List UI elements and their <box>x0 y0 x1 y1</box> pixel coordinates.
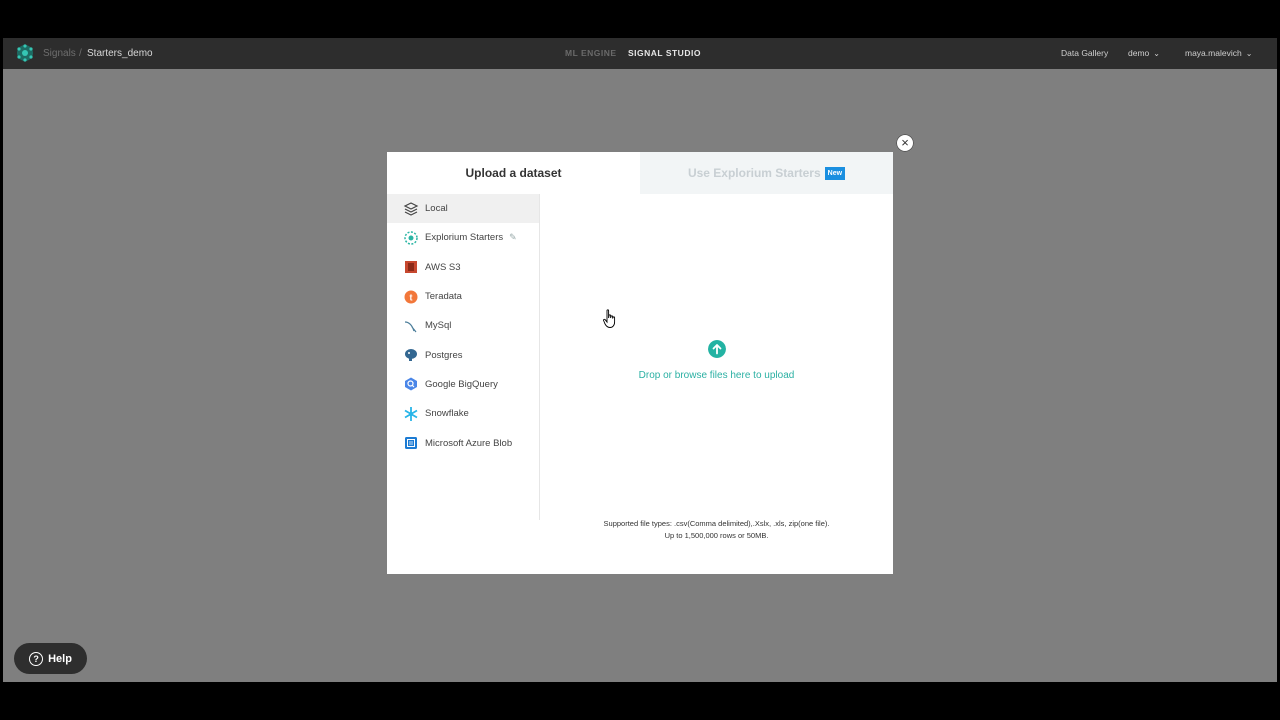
upload-prompt[interactable]: Drop or browse files here to upload <box>540 370 893 381</box>
source-label: Local <box>425 203 448 215</box>
azure-icon <box>405 437 417 450</box>
breadcrumb-separator: / <box>79 48 82 59</box>
tab-explorium-starters[interactable]: Use Explorium Starters New <box>640 152 893 194</box>
app-window: Signals / Starters_demo ML ENGINE SIGNAL… <box>3 38 1277 682</box>
pin-icon: ✎ <box>509 232 517 243</box>
bigquery-icon <box>405 377 417 391</box>
source-item-postgres[interactable]: Postgres <box>387 340 539 369</box>
source-item-aws-s3[interactable]: AWS S3 <box>387 253 539 282</box>
mysql-icon <box>404 321 417 333</box>
user-menu[interactable]: maya.malevich ⌄ <box>1185 48 1252 58</box>
source-item-snowflake[interactable]: Snowflake <box>387 399 539 428</box>
source-item-mysql[interactable]: MySql <box>387 311 539 340</box>
source-label: Microsoft Azure Blob <box>425 437 513 449</box>
upload-dropzone[interactable]: Drop or browse files here to upload <box>540 194 893 520</box>
source-label: Postgres <box>425 349 463 361</box>
help-question-icon: ? <box>29 651 44 666</box>
new-badge: New <box>824 167 846 181</box>
workspace-label: demo <box>1128 48 1150 58</box>
upload-limits-text: Up to 1,500,000 rows or 50MB. <box>664 531 769 540</box>
source-label: Snowflake <box>425 408 469 420</box>
hand-cursor-icon <box>603 309 616 328</box>
help-label: Help <box>48 652 72 665</box>
top-bar: Signals / Starters_demo ML ENGINE SIGNAL… <box>3 38 1277 69</box>
teradata-icon: t <box>404 290 418 304</box>
workspace-dropdown[interactable]: demo ⌄ <box>1128 48 1160 58</box>
nav-signal-studio[interactable]: SIGNAL STUDIO <box>628 48 701 58</box>
close-modal-button[interactable]: × <box>896 134 914 152</box>
snowflake-icon <box>404 406 418 421</box>
source-item-google-bigquery[interactable]: Google BigQuery <box>387 370 539 399</box>
signals-logo-icon[interactable] <box>15 43 35 63</box>
svg-text:t: t <box>410 292 413 302</box>
breadcrumb-root[interactable]: Signals <box>43 48 76 59</box>
source-label: Teradata <box>425 291 462 303</box>
source-item-local[interactable]: Local <box>387 194 539 224</box>
source-label: AWS S3 <box>425 261 461 273</box>
breadcrumb-current: Starters_demo <box>87 48 153 59</box>
source-label: Explorium Starters <box>425 232 504 244</box>
tab-upload-dataset[interactable]: Upload a dataset <box>387 152 640 194</box>
data-gallery-link[interactable]: Data Gallery <box>1061 48 1108 58</box>
source-list: Local Explorium Starters ✎ AWS S3 t Tera… <box>387 194 540 520</box>
source-label: Google BigQuery <box>425 378 498 390</box>
upload-arrow-icon[interactable] <box>708 340 726 358</box>
supported-types-note: Supported file types: .csv(Comma delimit… <box>540 518 893 542</box>
postgres-icon <box>405 349 417 362</box>
tab-starters-label: Use Explorium Starters <box>687 166 821 180</box>
source-item-explorium-starters[interactable]: Explorium Starters ✎ <box>387 223 539 252</box>
aws-s3-icon <box>405 261 417 274</box>
chevron-down-icon: ⌄ <box>1245 49 1253 58</box>
layers-icon <box>403 201 419 216</box>
nav-ml-engine[interactable]: ML ENGINE <box>565 48 617 58</box>
explorium-icon <box>404 231 418 245</box>
chevron-down-icon: ⌄ <box>1153 49 1160 58</box>
source-item-azure-blob[interactable]: Microsoft Azure Blob <box>387 428 539 457</box>
user-name: maya.malevich <box>1185 48 1242 58</box>
supported-types-text: Supported file types: .csv(Comma delimit… <box>603 519 830 528</box>
upload-modal: Upload a dataset Use Explorium Starters N… <box>387 152 893 574</box>
source-label: MySql <box>425 320 452 332</box>
source-item-teradata[interactable]: t Teradata <box>387 282 539 311</box>
help-button[interactable]: ? Help <box>14 643 87 674</box>
